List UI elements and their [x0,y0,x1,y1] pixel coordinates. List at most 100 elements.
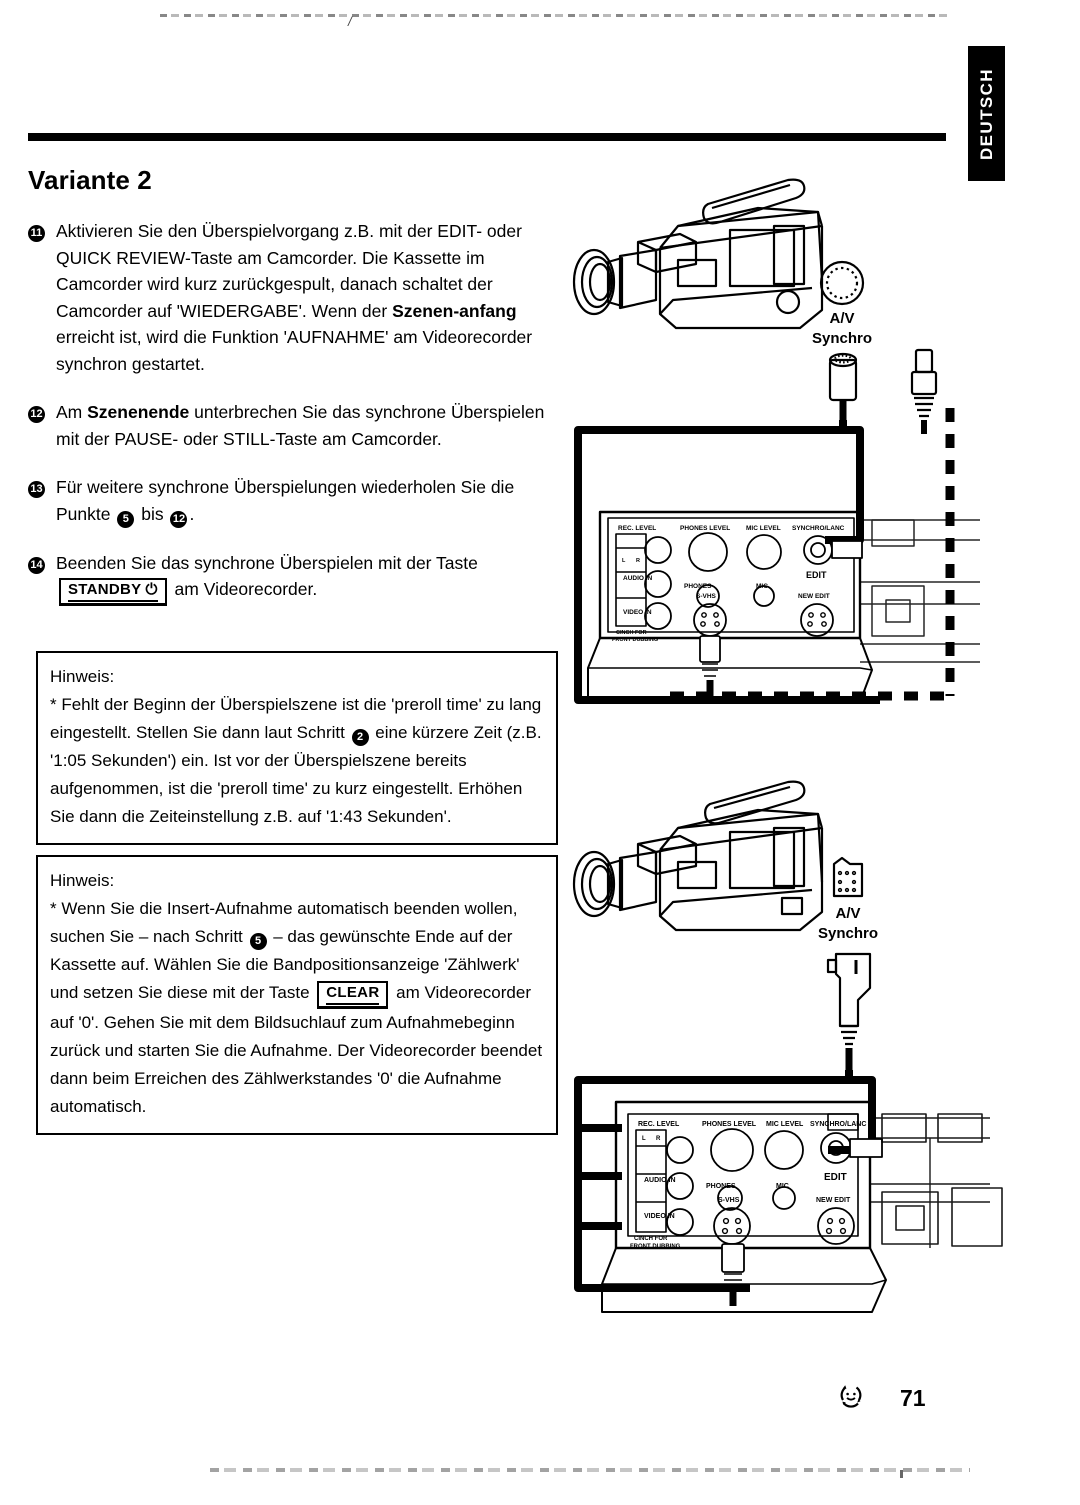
note-text-part-3: am Videorecorder auf '0'. Gehen Sie mit … [50,983,543,1116]
rec-level-knob [666,1136,694,1164]
scan-mark: / [348,14,352,29]
lanc-cable-plug [826,952,872,1070]
av-label-line2: Synchro [818,925,878,942]
label-phones: PHONES [684,583,712,590]
note-heading: Hinweis: [50,871,115,890]
new-edit-connector [817,1207,855,1245]
mic-jack [772,1186,796,1210]
step-14: 14 Beenden Sie das synchrone Überspielen… [28,550,558,607]
video-in-jack [644,602,672,630]
label-mic: MIC [756,583,768,590]
note-body: * Wenn Sie die Insert-Aufnahme automatis… [50,895,544,1121]
av-synchro-socket-rect [832,856,864,898]
step-12: 12 Am Szenenende unterbrechen Sie das sy… [28,399,558,452]
s-vhs-connector [713,1207,751,1245]
step-reference-bullet: 12 [170,510,188,528]
step-text-part-1: Beenden Sie das synchrone Überspielen mi… [56,552,478,573]
step-bullet: 14 [28,556,45,574]
step-text-part-1: Am [56,402,88,422]
scan-speck [900,1470,903,1478]
text-column: Variante 2 11 Aktivieren Sie den Überspi… [28,165,558,624]
mic-level-knob [746,534,782,570]
step-text-part-3: . [189,503,195,524]
background-linework [870,1113,1003,1248]
page-title: Variante 2 [28,165,152,195]
step-text-part-2: erreicht ist, wird die Funktion 'AUFNAHM… [56,327,533,374]
label-cinch-bottom: FRONT DUBBING [612,637,658,643]
smiley-recycle-icon [836,1381,866,1416]
note-body: * Fehlt der Beginn der Überspielszene is… [50,691,544,831]
note-box-insert-recording: Hinweis: * Wenn Sie die Insert-Aufnahme … [36,855,558,1135]
label-s-vhs: S-VHS [696,593,717,600]
phones-level-knob [688,532,728,572]
clear-keycap-label: CLEAR [326,983,380,1005]
standby-keycap-label: STANDBY [68,580,142,602]
label-video-in: VIDEO IN [623,609,652,616]
step-bullet: 13 [28,481,45,498]
language-tab-label: DEUTSCH [976,67,996,160]
din-cable-plug [828,352,858,420]
step-11: 11 Aktivieren Sie den Überspielvorgang z… [28,218,558,377]
figure-bottom: A/V Synchro REC. LEVEL PHONES LEVEL MIC … [560,778,1060,1323]
av-label-line2: Synchro [812,330,872,347]
rec-level-knob [644,536,672,564]
label-synchro-lanc: SYNCHRO/LANC [810,1121,866,1128]
label-phones: PHONES [706,1183,736,1190]
label-cinch-top: CINCH FOR [616,630,647,636]
s-video-cable-plug [910,348,938,434]
label-edit: EDIT [806,570,827,580]
step-bullet: 12 [28,406,45,423]
step-text-part-2: am Videorecorder. [169,579,318,599]
vcr-unit [601,1100,887,1313]
label-audio-in: AUDIO IN [623,575,653,582]
edit-jack-inner [810,542,826,558]
av-synchro-socket-round [819,260,865,306]
scan-noise-bottom [210,1468,970,1472]
label-s-vhs: S-VHS [718,1197,740,1204]
label-phones-level: PHONES LEVEL [702,1121,757,1128]
step-text: Beenden Sie das synchrone Überspielen mi… [56,550,558,606]
edit-jack-outer [803,535,833,565]
label-phones-level: PHONES LEVEL [680,525,730,532]
clear-keycap: CLEAR [317,981,389,1009]
label-new-edit: NEW EDIT [816,1197,851,1204]
av-label-line1: A/V [829,310,854,327]
header-rule [28,133,946,141]
step-text-bold: Szenenende [87,402,190,422]
label-new-edit: NEW EDIT [798,593,830,600]
label-level-l: L [642,1136,646,1142]
step-reference-bullet: 5 [117,510,135,528]
vcr-unit [587,510,873,703]
label-video-in: VIDEO IN [644,1213,675,1220]
step-13: 13 Für weitere synchrone Überspielungen … [28,474,558,528]
note-reference-bullet: 2 [351,729,369,746]
mic-level-knob [764,1130,804,1170]
step-text-bold: Szenen- [392,300,460,321]
power-standby-icon: ⏻ [141,580,158,602]
label-mic-level: MIC LEVEL [766,1121,804,1128]
language-tab-deutsch: DEUTSCH [968,46,1005,181]
label-edit: EDIT [824,1172,847,1183]
step-number-badge: 14 [28,550,56,607]
label-mic: MIC [776,1183,789,1190]
step-text-part-2: bis [136,503,169,524]
page-footer: 71 [836,1381,926,1416]
label-cinch-bottom: FRONT DUBBING [630,1244,681,1250]
label-mic-level: MIC LEVEL [746,525,781,532]
label-rec-level: REC. LEVEL [638,1121,680,1128]
step-text: Am Szenenende unterbrechen Sie das synch… [56,399,558,452]
av-label-line1: A/V [835,905,860,922]
standby-keycap: STANDBY ⏻ [59,578,167,606]
figure-top: A/V Synchro REC. LEVEL PHONES LEVEL MIC … [560,168,1060,728]
label-level-r: R [656,1136,661,1142]
label-level-r: R [636,558,640,564]
label-rec-level: REC. LEVEL [618,525,656,532]
step-text: Für weitere synchrone Überspielungen wie… [56,474,558,528]
step-number-badge: 11 [28,218,56,377]
step-bullet: 11 [28,225,45,242]
phones-level-knob [710,1128,754,1172]
label-cinch-top: CINCH FOR [634,1236,668,1242]
note-heading: Hinweis: [50,667,115,686]
step-number-badge: 13 [28,474,56,528]
label-synchro-lanc: SYNCHRO/LANC [792,525,845,532]
